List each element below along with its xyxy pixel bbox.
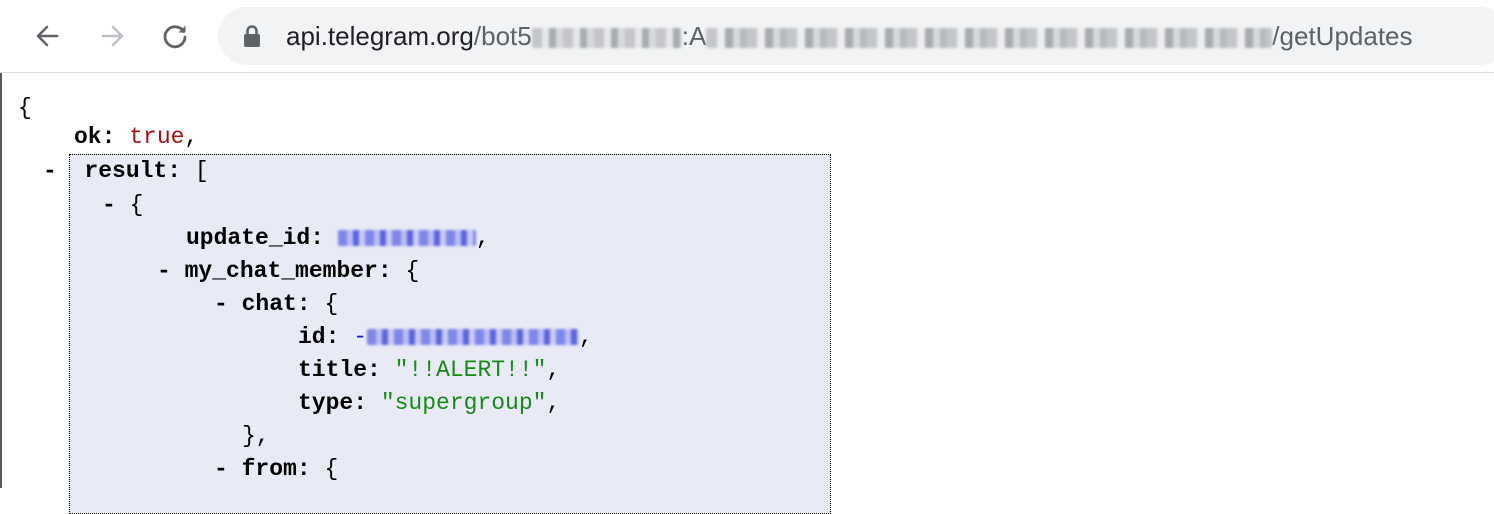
collapse-toggle-item[interactable]: - xyxy=(102,192,116,218)
json-line-update-id: update_id: , xyxy=(186,225,490,251)
value-ok: true xyxy=(129,124,185,150)
url-path-suffix: /getUpdates xyxy=(1272,21,1413,51)
redacted-update-id xyxy=(337,229,476,246)
key-type: type xyxy=(298,390,354,416)
json-line-result: - result: [ xyxy=(43,158,209,184)
url-host: api.telegram.org xyxy=(286,21,474,51)
json-line-my-chat-member: - my_chat_member: { xyxy=(157,258,420,284)
json-line-chat: - chat: { xyxy=(214,291,339,317)
collapse-toggle-result[interactable]: - xyxy=(43,158,57,184)
value-title: "!!ALERT!!" xyxy=(394,357,547,383)
json-line-id: id: -, xyxy=(298,324,593,350)
key-chat: chat xyxy=(241,291,297,317)
key-result: result xyxy=(84,158,168,184)
back-button[interactable] xyxy=(24,13,70,59)
json-open-brace: { xyxy=(18,95,32,121)
value-type: "supergroup" xyxy=(380,390,547,416)
json-line-item: - { xyxy=(102,192,144,218)
json-line-from: - from: { xyxy=(214,456,339,482)
url-text[interactable]: api.telegram.org/bot5 :A/getUpdates xyxy=(286,20,1413,52)
key-ok: ok xyxy=(74,124,102,150)
key-my-chat-member: my_chat_member xyxy=(184,258,378,284)
back-arrow-icon xyxy=(36,25,59,47)
redacted-bot-id xyxy=(531,28,682,49)
reload-button[interactable] xyxy=(152,13,198,59)
key-title: title xyxy=(298,357,368,383)
address-bar[interactable]: api.telegram.org/bot5 :A/getUpdates xyxy=(218,7,1494,65)
collapse-toggle-from[interactable]: - xyxy=(214,456,228,482)
json-viewer: { ok: true, - result: [ - { update_id: ,… xyxy=(0,73,1494,514)
key-id: id xyxy=(298,324,326,350)
value-id-sign: - xyxy=(353,324,368,350)
reload-icon xyxy=(163,25,187,49)
redacted-bot-token xyxy=(706,28,1273,49)
lock-icon xyxy=(244,25,260,47)
json-line-close-chat: }, xyxy=(242,423,270,449)
key-from: from xyxy=(241,456,297,482)
collapse-toggle-my-chat-member[interactable]: - xyxy=(157,258,171,284)
json-line-type: type: "supergroup", xyxy=(298,390,561,416)
url-path-middle: :A xyxy=(681,21,707,51)
key-update-id: update_id xyxy=(186,225,311,251)
redacted-chat-id xyxy=(367,328,580,345)
json-line-title: title: "!!ALERT!!", xyxy=(298,357,561,383)
forward-button[interactable] xyxy=(90,13,136,59)
collapse-toggle-chat[interactable]: - xyxy=(214,291,228,317)
forward-arrow-icon xyxy=(101,25,124,47)
json-line-ok: ok: true, xyxy=(74,124,199,150)
browser-toolbar: api.telegram.org/bot5 :A/getUpdates xyxy=(0,0,1494,73)
url-path-prefix: /bot5 xyxy=(473,21,532,51)
